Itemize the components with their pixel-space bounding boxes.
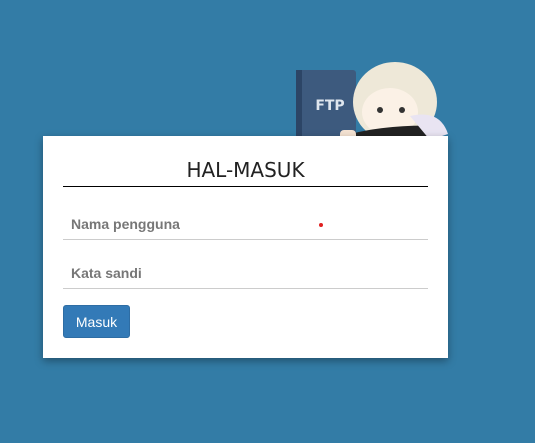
- username-input[interactable]: [63, 208, 428, 240]
- mascot-image: FTP: [296, 62, 448, 142]
- login-button[interactable]: Masuk: [63, 305, 130, 338]
- svg-text:FTP: FTP: [315, 98, 344, 114]
- password-input[interactable]: [63, 257, 428, 289]
- cursor-dot: [319, 223, 323, 227]
- page-title: HAL-MASUK: [63, 156, 428, 187]
- login-card: HAL-MASUK Masuk: [43, 136, 448, 358]
